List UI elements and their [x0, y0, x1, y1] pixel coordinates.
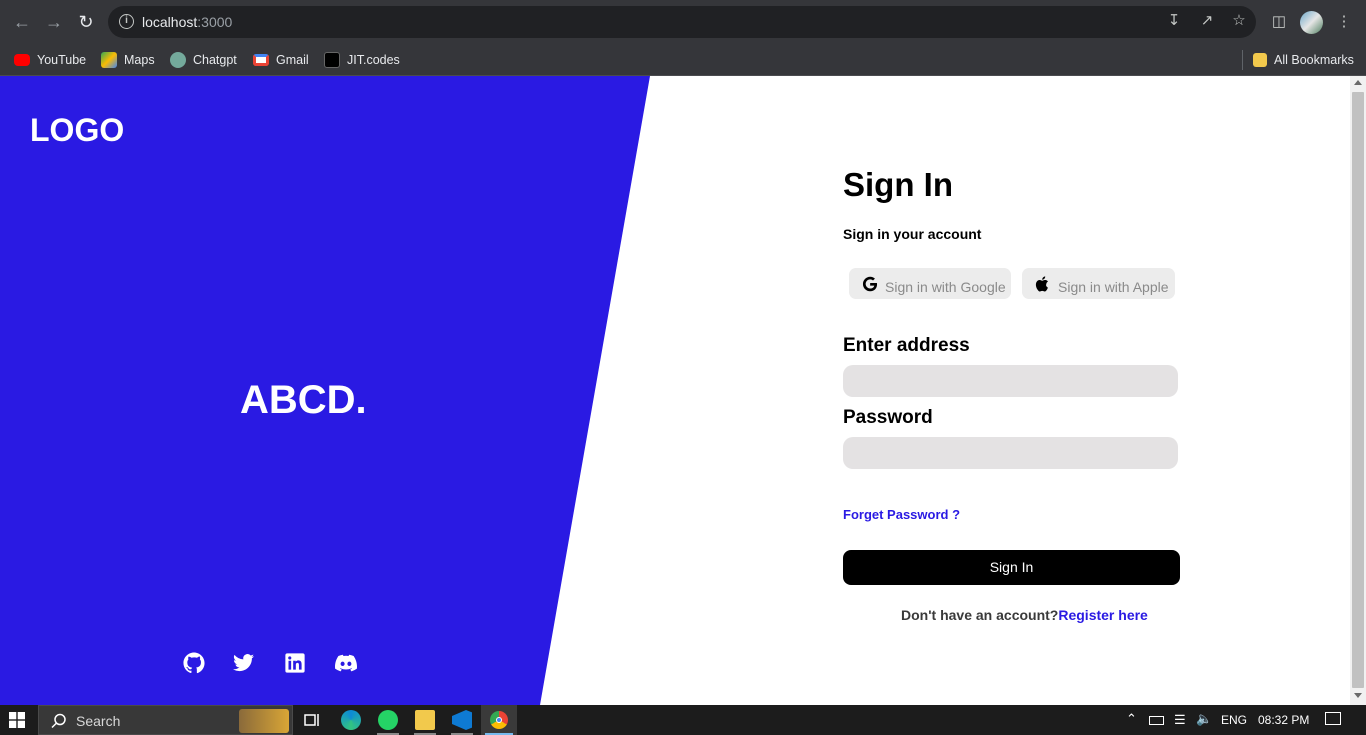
bookmark-label: Gmail	[276, 53, 309, 67]
site-info-icon[interactable]: i	[119, 14, 134, 29]
register-link[interactable]: Register here	[1058, 607, 1147, 623]
search-placeholder: Search	[76, 713, 121, 729]
bookmarks-bar: YouTube Maps Chatgpt Gmail JIT.codes All…	[0, 44, 1366, 76]
back-icon[interactable]: ←	[11, 11, 33, 33]
reload-icon[interactable]: ↻	[75, 11, 97, 33]
taskbar-search[interactable]: Search	[38, 705, 293, 735]
task-view-icon[interactable]	[302, 710, 322, 730]
github-icon[interactable]	[183, 652, 205, 674]
menu-icon[interactable]: ⋮	[1334, 12, 1354, 32]
bookmark-youtube[interactable]: YouTube	[14, 50, 86, 70]
folder-icon	[1253, 53, 1267, 67]
google-signin-label: Sign in with Google	[885, 278, 1006, 295]
google-signin-button[interactable]: Sign in with Google	[849, 268, 1011, 299]
logo: LOGO	[30, 112, 125, 148]
windows-start-icon[interactable]	[9, 712, 25, 728]
twitter-icon[interactable]	[233, 652, 255, 674]
chrome-taskbar-active[interactable]	[481, 705, 517, 735]
profile-avatar[interactable]	[1300, 11, 1323, 34]
windows-taskbar: Search ⌃ ☰ 🔈 ENG 08:32 PM	[0, 705, 1366, 735]
bookmark-label: Maps	[124, 53, 155, 67]
bookmarks-divider	[1242, 50, 1243, 70]
browser-toolbar: ← → ↻ i localhost:3000 ↧ ↗ ☆ ◫ ⋮	[0, 0, 1366, 44]
chrome-icon-center	[496, 717, 502, 723]
scroll-thumb[interactable]	[1352, 92, 1364, 688]
brand-name: ABCD.	[240, 378, 367, 422]
forgot-password-link[interactable]: Forget Password ?	[843, 507, 960, 522]
volume-icon[interactable]: 🔈	[1196, 711, 1212, 727]
all-bookmarks[interactable]: All Bookmarks	[1253, 50, 1354, 70]
bookmark-chatgpt[interactable]: Chatgpt	[170, 50, 237, 70]
url-port: :3000	[197, 14, 233, 30]
youtube-icon	[14, 54, 30, 66]
wifi-icon[interactable]: ☰	[1174, 712, 1186, 728]
whatsapp-icon[interactable]	[378, 710, 398, 730]
linkedin-icon[interactable]	[284, 652, 306, 674]
tray-chevron-icon[interactable]: ⌃	[1126, 711, 1137, 727]
bookmark-label: YouTube	[37, 53, 87, 67]
clock[interactable]: 08:32 PM	[1258, 713, 1309, 727]
register-prompt: Don't have an account?Register here	[901, 607, 1148, 623]
bookmark-star-icon[interactable]: ☆	[1229, 11, 1249, 31]
install-icon[interactable]: ↧	[1164, 11, 1184, 31]
all-bookmarks-label: All Bookmarks	[1274, 53, 1354, 67]
apple-icon	[1035, 275, 1048, 292]
bookmark-label: Chatgpt	[193, 53, 237, 67]
page: LOGO ABCD. Sign In Sign in your account …	[0, 76, 1350, 705]
jitcodes-icon	[324, 52, 340, 68]
register-prompt-text: Don't have an account?	[901, 607, 1059, 623]
search-icon	[51, 713, 66, 729]
address-label: Enter address	[843, 335, 970, 356]
bookmark-jitcodes[interactable]: JIT.codes	[324, 50, 400, 70]
share-icon[interactable]: ↗	[1197, 11, 1217, 31]
side-panel-icon[interactable]: ◫	[1269, 12, 1289, 32]
url-host: localhost	[142, 14, 198, 30]
search-highlight-icon	[239, 709, 289, 733]
edge-icon[interactable]	[341, 710, 361, 730]
scroll-up-icon[interactable]	[1354, 80, 1362, 85]
maps-icon	[101, 52, 117, 68]
sign-in-button[interactable]: Sign In	[843, 550, 1180, 585]
google-icon	[862, 276, 878, 291]
address-input[interactable]	[843, 365, 1178, 397]
language-indicator[interactable]: ENG	[1221, 713, 1247, 727]
bookmark-label: JIT.codes	[347, 53, 400, 67]
notifications-icon[interactable]	[1325, 712, 1341, 725]
gmail-icon	[253, 54, 269, 66]
forward-icon[interactable]: →	[43, 11, 65, 33]
bookmark-gmail[interactable]: Gmail	[253, 50, 309, 70]
address-bar[interactable]: i localhost:3000 ↧ ↗ ☆	[108, 6, 1256, 38]
page-title: Sign In	[843, 166, 953, 203]
page-subtitle: Sign in your account	[843, 226, 982, 242]
password-label: Password	[843, 407, 933, 428]
apple-signin-button[interactable]: Sign in with Apple	[1022, 268, 1175, 299]
url-text: localhost:3000	[142, 14, 232, 30]
scroll-down-icon[interactable]	[1354, 693, 1362, 698]
file-explorer-icon[interactable]	[415, 710, 435, 730]
password-input[interactable]	[843, 437, 1178, 469]
apple-signin-label: Sign in with Apple	[1058, 278, 1169, 295]
page-scrollbar[interactable]	[1350, 76, 1366, 705]
discord-icon[interactable]	[335, 652, 357, 674]
chatgpt-icon	[170, 52, 186, 68]
battery-icon[interactable]	[1149, 716, 1164, 725]
vscode-icon[interactable]	[452, 710, 472, 730]
bookmark-maps[interactable]: Maps	[101, 50, 155, 70]
